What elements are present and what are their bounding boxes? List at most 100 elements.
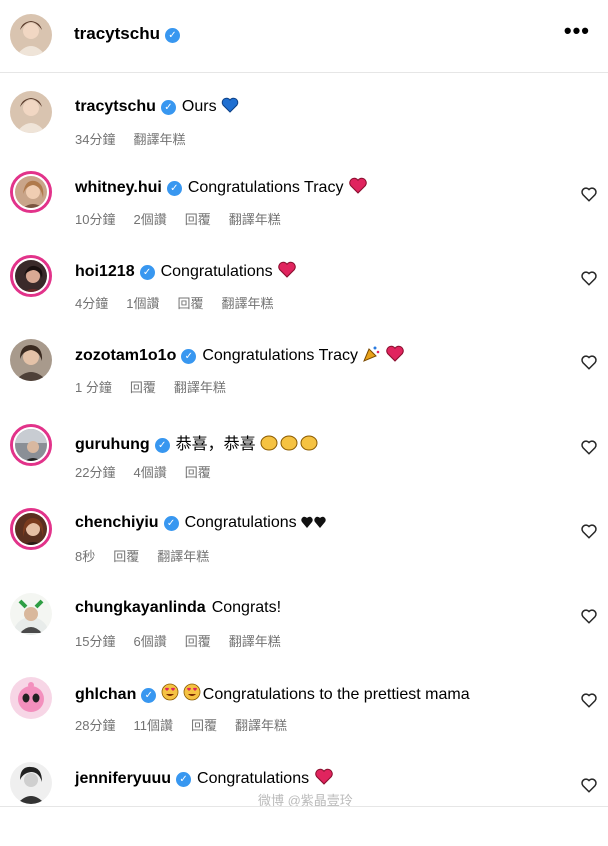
like-heart-icon[interactable] xyxy=(580,607,598,625)
black-hearts-icon xyxy=(301,515,327,534)
comment-username[interactable]: zozotam1o1o xyxy=(75,347,176,364)
comment-meta: 22分鐘 4個讚 回覆 xyxy=(75,462,229,481)
comment-username[interactable]: hoi1218 xyxy=(75,263,135,280)
like-heart-icon[interactable] xyxy=(580,185,598,203)
red-heart-icon xyxy=(348,177,368,199)
like-heart-icon[interactable] xyxy=(580,353,598,371)
verified-badge-icon: ✓ xyxy=(160,100,176,115)
comment-list-bottom-divider xyxy=(0,806,608,817)
commenter-avatar[interactable] xyxy=(10,677,52,719)
reply-link[interactable]: 回覆 xyxy=(177,296,203,311)
comment-text: Congratulations xyxy=(197,770,310,787)
comment-time: 10分鐘 xyxy=(75,212,116,227)
red-heart-icon xyxy=(385,345,405,367)
comment-meta: 1 分鐘 回覆 翻譯年糕 xyxy=(75,377,244,396)
likes-count[interactable]: 1個讚 xyxy=(126,296,159,311)
likes-count[interactable]: 2個讚 xyxy=(133,212,166,227)
verified-badge-icon: ✓ xyxy=(139,265,155,280)
comment-text: Congratulations to the prettiest mama xyxy=(202,686,470,703)
like-heart-icon[interactable] xyxy=(580,522,598,540)
commenter-avatar[interactable] xyxy=(10,91,52,133)
comment-time: 8秒 xyxy=(75,549,96,564)
comment-text: Congratulations Tracy xyxy=(187,179,344,196)
comment-username[interactable]: ghlchan xyxy=(75,686,136,703)
comment-time: 34分鐘 xyxy=(75,132,116,147)
comment-text: Congratulations xyxy=(160,263,273,280)
comment-item: chungkayanlinda Congrats! 15分鐘 6個讚 回覆 翻譯年糕 xyxy=(0,593,608,677)
comment-username[interactable]: whitney.hui xyxy=(75,179,162,196)
like-heart-icon[interactable] xyxy=(580,438,598,456)
commenter-avatar[interactable] xyxy=(10,424,52,466)
more-options-icon[interactable]: ••• xyxy=(564,18,590,44)
likes-count[interactable]: 11個讚 xyxy=(133,718,173,733)
header-username[interactable]: tracytschu ✓ xyxy=(74,24,180,44)
comment-text: Congrats! xyxy=(211,599,282,616)
comment-meta: 4分鐘 1個讚 回覆 翻譯年糕 xyxy=(75,293,292,312)
reply-link[interactable]: 回覆 xyxy=(113,549,139,564)
comment-item: whitney.hui ✓ Congratulations Tracy 10分鐘 2個… xyxy=(0,171,608,255)
translate-link[interactable]: 翻譯年糕 xyxy=(229,634,281,649)
comment-item: ghlchan ✓ Congratulations to the pretties… xyxy=(0,677,608,761)
party-popper-icon xyxy=(362,345,380,367)
translate-link[interactable]: 翻譯年糕 xyxy=(157,549,209,564)
like-heart-icon[interactable] xyxy=(580,269,598,287)
verified-badge-icon: ✓ xyxy=(164,28,180,43)
comment-username[interactable]: tracytschu xyxy=(75,98,156,115)
commenter-avatar[interactable] xyxy=(10,171,52,213)
comment-time: 4分鐘 xyxy=(75,296,109,311)
comment-item: tracytschu ✓ Ours 34分鐘 翻譯年糕 xyxy=(0,91,608,175)
verified-badge-icon: ✓ xyxy=(141,688,157,703)
comment-item: guruhung ✓ 恭喜，恭喜 22分鐘 4個讚 回覆 xyxy=(0,424,608,508)
comment-time: 1 分鐘 xyxy=(75,380,112,395)
comment-time: 15分鐘 xyxy=(75,634,116,649)
verified-badge-icon: ✓ xyxy=(154,438,170,453)
comment-meta: 34分鐘 翻譯年糕 xyxy=(75,129,203,148)
likes-count[interactable]: 4個讚 xyxy=(133,465,166,480)
commenter-avatar[interactable] xyxy=(10,339,52,381)
like-heart-icon[interactable] xyxy=(580,691,598,709)
comment-username[interactable]: chungkayanlinda xyxy=(75,599,206,616)
comment-item: hoi1218 ✓ Congratulations 4分鐘 1個讚 回覆 翻譯年糕 xyxy=(0,255,608,339)
heart-eyes-icon xyxy=(161,683,203,706)
comment-item: zozotam1o1o ✓ Congratulations Tracy 1 分鐘 回覆… xyxy=(0,339,608,423)
translate-link[interactable]: 翻譯年糕 xyxy=(221,296,273,311)
commenter-avatar[interactable] xyxy=(10,762,52,804)
comment-item: chenchiyiu ✓ Congratulations 8秒 回覆 翻譯年糕 xyxy=(0,508,608,592)
comment-meta: 8秒 回覆 翻譯年糕 xyxy=(75,546,227,565)
blue-heart-icon xyxy=(221,97,239,118)
commenter-avatar[interactable] xyxy=(10,508,52,550)
reply-link[interactable]: 回覆 xyxy=(185,634,211,649)
comment-text: Ours xyxy=(181,98,217,115)
post-header: tracytschu ✓ ••• xyxy=(0,0,608,73)
translate-link[interactable]: 翻譯年糕 xyxy=(133,132,185,147)
verified-badge-icon: ✓ xyxy=(181,349,197,364)
translate-link[interactable]: 翻譯年糕 xyxy=(174,380,226,395)
reply-link[interactable]: 回覆 xyxy=(185,465,211,480)
comment-username[interactable]: chenchiyiu xyxy=(75,514,159,531)
comment-text: Congratulations Tracy xyxy=(202,347,358,364)
commenter-avatar[interactable] xyxy=(10,255,52,297)
comment-username[interactable]: jenniferyuuu xyxy=(75,770,171,787)
verified-badge-icon: ✓ xyxy=(176,772,192,787)
comment-text: 恭喜，恭喜 xyxy=(175,436,256,453)
comment-meta: 28分鐘 11個讚 回覆 翻譯年糕 xyxy=(75,715,305,734)
comment-meta: 10分鐘 2個讚 回覆 翻譯年糕 xyxy=(75,209,299,228)
comment-time: 28分鐘 xyxy=(75,718,116,733)
red-heart-icon xyxy=(314,768,334,790)
translate-link[interactable]: 翻譯年糕 xyxy=(235,718,287,733)
header-avatar[interactable] xyxy=(10,14,52,56)
reply-link[interactable]: 回覆 xyxy=(191,718,217,733)
commenter-avatar[interactable] xyxy=(10,593,52,635)
verified-badge-icon: ✓ xyxy=(166,181,182,196)
translate-link[interactable]: 翻譯年糕 xyxy=(229,212,281,227)
likes-count[interactable]: 6個讚 xyxy=(133,634,166,649)
like-heart-icon[interactable] xyxy=(580,776,598,794)
comment-username[interactable]: guruhung xyxy=(75,436,150,453)
verified-badge-icon: ✓ xyxy=(163,516,179,531)
reply-link[interactable]: 回覆 xyxy=(185,212,211,227)
clapping-hands-icon xyxy=(260,433,320,456)
reply-link[interactable]: 回覆 xyxy=(130,380,156,395)
red-heart-icon xyxy=(277,261,297,283)
comment-text: Congratulations xyxy=(184,514,297,531)
comment-time: 22分鐘 xyxy=(75,465,116,480)
